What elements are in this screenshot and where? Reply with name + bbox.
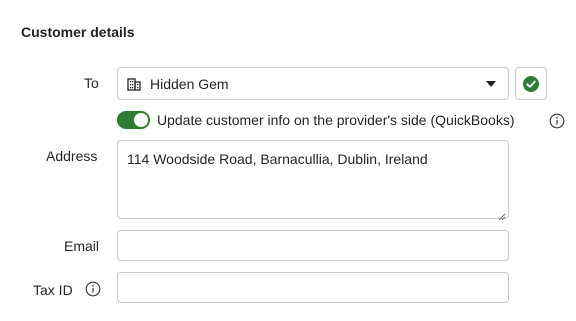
address-label: Address <box>46 148 98 164</box>
tax-id-label: Tax ID <box>33 282 73 298</box>
update-provider-toggle[interactable] <box>117 111 150 129</box>
email-label: Email <box>64 238 100 254</box>
building-icon <box>127 77 141 91</box>
section-title: Customer details <box>21 24 135 40</box>
address-textarea[interactable]: 114 Woodside Road, Barnacullia, Dublin, … <box>117 140 509 221</box>
check-circle-icon <box>522 75 540 93</box>
email-field[interactable] <box>117 230 509 261</box>
resize-grip-icon[interactable] <box>498 208 506 221</box>
tax-id-info-icon[interactable] <box>85 281 101 297</box>
to-label: To <box>84 75 99 91</box>
confirm-customer-button[interactable] <box>515 67 547 100</box>
chevron-down-icon <box>486 81 496 87</box>
customer-select[interactable]: Hidden Gem <box>117 67 509 100</box>
toggle-knob <box>134 113 148 127</box>
info-icon[interactable] <box>549 113 565 129</box>
address-value: 114 Woodside Road, Barnacullia, Dublin, … <box>127 151 428 167</box>
customer-select-value: Hidden Gem <box>150 75 229 92</box>
update-provider-label: Update customer info on the provider's s… <box>157 112 515 128</box>
customer-details-panel: Customer details To Hidden Gem Update cu… <box>0 0 576 321</box>
tax-id-field[interactable] <box>117 272 509 303</box>
